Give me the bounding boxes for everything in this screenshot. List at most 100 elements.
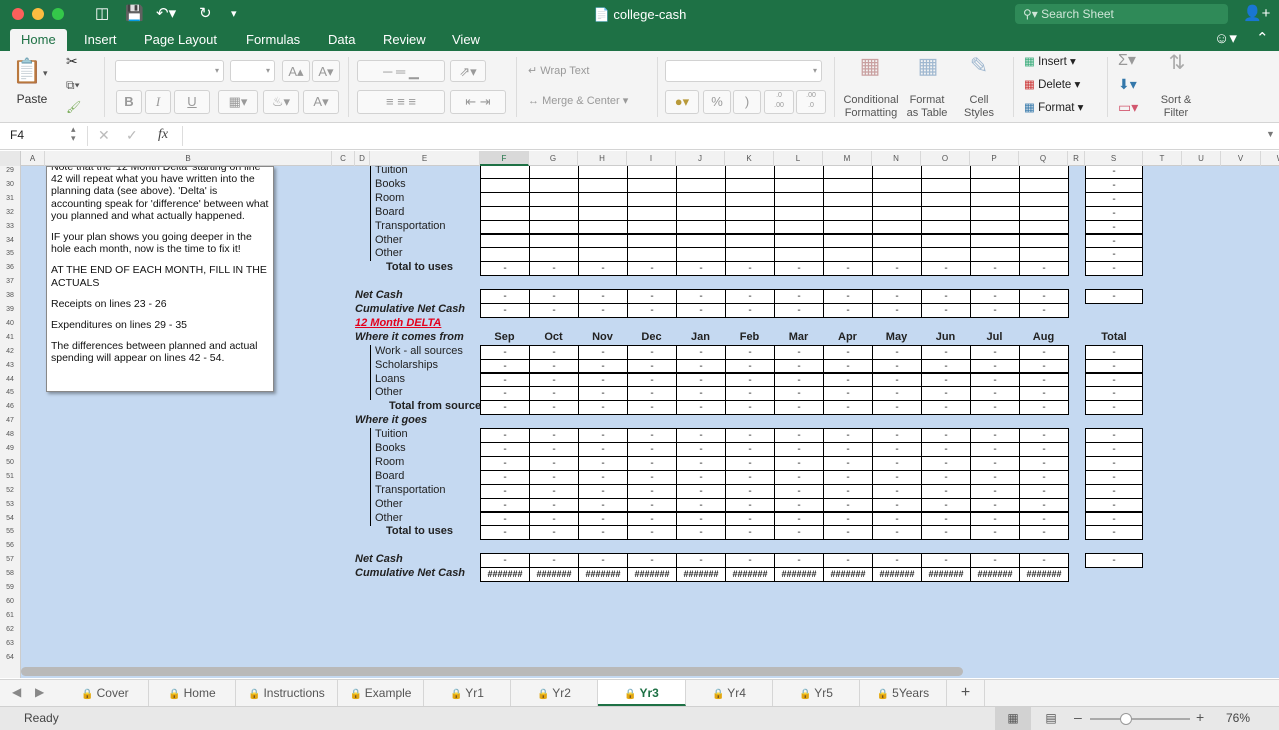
wrap-text-button[interactable]: ↵ Wrap Text xyxy=(528,65,589,78)
value-cell[interactable] xyxy=(970,191,1020,207)
row-header[interactable]: 46 xyxy=(0,403,20,410)
sheet-grid[interactable]: Note that the '12 Month Delta' starting … xyxy=(21,166,1279,678)
value-cell[interactable] xyxy=(1019,233,1069,249)
value-cell[interactable]: - xyxy=(676,455,726,471)
total-cell[interactable]: - xyxy=(1085,205,1143,221)
value-cell[interactable]: - xyxy=(676,511,726,527)
value-cell[interactable]: - xyxy=(480,497,530,513)
tab-review[interactable]: Review xyxy=(372,29,437,51)
sheet-tab-home[interactable]: 🔒 Home xyxy=(149,680,236,706)
value-cell[interactable]: - xyxy=(725,358,775,374)
scroll-tabs-right-icon[interactable]: ▶ xyxy=(35,685,44,699)
value-cell[interactable] xyxy=(823,191,873,207)
value-cell[interactable] xyxy=(872,191,922,207)
column-header-r[interactable]: R xyxy=(1068,151,1085,166)
value-cell[interactable]: - xyxy=(480,400,530,416)
number-format-dropdown[interactable]: ▾ xyxy=(665,60,822,82)
value-cell[interactable]: - xyxy=(970,442,1020,457)
value-cell[interactable] xyxy=(627,233,677,249)
value-cell[interactable]: - xyxy=(1019,455,1069,471)
row-header[interactable]: 44 xyxy=(0,376,20,383)
total-cell[interactable]: - xyxy=(1085,386,1143,402)
value-cell[interactable]: - xyxy=(529,386,579,402)
sheet-tab-yr2[interactable]: 🔒 Yr2 xyxy=(511,680,598,706)
scroll-tabs-left-icon[interactable]: ◀ xyxy=(12,685,21,699)
value-cell[interactable]: - xyxy=(970,289,1020,304)
value-cell[interactable]: - xyxy=(1019,372,1069,388)
value-cell[interactable]: - xyxy=(774,386,824,402)
column-header-k[interactable]: K xyxy=(725,151,774,166)
sheet-tab-yr5[interactable]: 🔒 Yr5 xyxy=(773,680,860,706)
value-cell[interactable]: - xyxy=(970,455,1020,471)
value-cell[interactable] xyxy=(921,219,971,235)
value-cell[interactable]: - xyxy=(823,358,873,374)
row-header[interactable]: 41 xyxy=(0,334,20,341)
value-cell[interactable]: - xyxy=(627,386,677,402)
value-cell[interactable]: - xyxy=(1019,469,1069,485)
format-cells-button[interactable]: ▦ Format ▾ xyxy=(1024,102,1083,115)
value-cell[interactable]: - xyxy=(676,525,726,541)
value-cell[interactable] xyxy=(774,191,824,207)
value-cell[interactable]: - xyxy=(1019,303,1069,318)
value-cell[interactable]: - xyxy=(480,428,530,443)
value-cell[interactable]: - xyxy=(774,455,824,471)
value-cell[interactable] xyxy=(676,177,726,193)
value-cell[interactable] xyxy=(480,233,530,249)
value-cell[interactable]: - xyxy=(529,261,579,277)
row-header[interactable]: 32 xyxy=(0,209,20,216)
smiley-feedback-icon[interactable]: ☺▾ xyxy=(1214,30,1237,48)
value-cell[interactable]: - xyxy=(480,289,530,304)
value-cell[interactable]: - xyxy=(774,428,824,443)
tab-home[interactable]: Home xyxy=(10,29,67,51)
value-cell[interactable]: - xyxy=(774,511,824,527)
sheet-tab-cover[interactable]: 🔒 Cover xyxy=(62,680,149,706)
value-cell[interactable]: - xyxy=(578,400,628,416)
value-cell[interactable]: - xyxy=(1019,442,1069,457)
value-cell[interactable]: - xyxy=(480,469,530,485)
value-cell[interactable]: - xyxy=(725,400,775,416)
row-header[interactable]: 36 xyxy=(0,264,20,271)
value-cell[interactable]: - xyxy=(823,261,873,277)
horizontal-scrollbar[interactable] xyxy=(21,667,963,676)
value-cell[interactable]: - xyxy=(1019,428,1069,443)
total-cell[interactable]: - xyxy=(1085,483,1143,499)
delete-cells-button[interactable]: ▦ Delete ▾ xyxy=(1024,79,1080,92)
value-cell[interactable] xyxy=(921,177,971,193)
font-name-dropdown[interactable]: ▾ xyxy=(115,60,224,82)
value-cell[interactable] xyxy=(480,191,530,207)
conditional-formatting-label[interactable]: Conditional Formatting xyxy=(838,94,904,120)
total-cell[interactable]: - xyxy=(1085,553,1143,569)
value-cell[interactable]: - xyxy=(921,344,971,360)
zoom-slider[interactable] xyxy=(1090,713,1190,725)
row-header[interactable]: 47 xyxy=(0,417,20,424)
tab-formulas[interactable]: Formulas xyxy=(235,29,311,51)
value-cell[interactable]: - xyxy=(872,469,922,485)
total-cell[interactable]: - xyxy=(1085,511,1143,527)
value-cell[interactable] xyxy=(725,205,775,221)
row-header[interactable]: 34 xyxy=(0,237,20,244)
value-cell[interactable]: - xyxy=(921,386,971,402)
total-cell[interactable]: - xyxy=(1085,191,1143,207)
row-header[interactable]: 64 xyxy=(0,654,20,661)
value-cell[interactable] xyxy=(921,233,971,249)
value-cell[interactable]: - xyxy=(872,428,922,443)
value-cell[interactable] xyxy=(1019,219,1069,235)
column-header-i[interactable]: I xyxy=(627,151,676,166)
value-cell[interactable]: - xyxy=(970,344,1020,360)
zoom-in-button[interactable]: + xyxy=(1196,709,1204,725)
value-cell[interactable]: - xyxy=(578,553,628,569)
value-cell[interactable]: - xyxy=(921,469,971,485)
value-cell[interactable]: - xyxy=(823,497,873,513)
value-cell[interactable] xyxy=(970,205,1020,221)
value-cell[interactable]: - xyxy=(676,303,726,318)
value-cell[interactable]: - xyxy=(1019,344,1069,360)
value-cell[interactable]: - xyxy=(676,428,726,443)
value-cell[interactable]: - xyxy=(529,469,579,485)
value-cell[interactable]: - xyxy=(480,553,530,569)
sheet-tab-yr3[interactable]: 🔒 Yr3 xyxy=(598,680,686,706)
borders-icon[interactable]: ▦▾ xyxy=(218,90,258,114)
value-cell[interactable]: - xyxy=(578,455,628,471)
value-cell[interactable]: - xyxy=(774,469,824,485)
value-cell[interactable] xyxy=(823,247,873,263)
value-cell[interactable]: - xyxy=(529,497,579,513)
